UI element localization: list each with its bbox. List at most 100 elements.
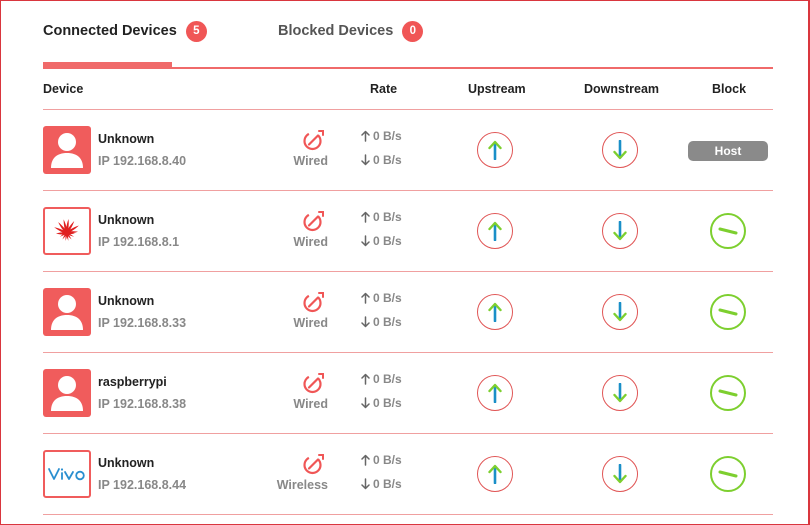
downstream-limit-button[interactable] — [602, 294, 638, 330]
connection-type: Wired — [293, 316, 328, 330]
rate-downstream-value: 0 B/s — [373, 477, 402, 491]
rate-downstream: 0 B/s — [361, 396, 402, 410]
column-header-rate: Rate — [370, 82, 398, 96]
count-badge: 0 — [402, 20, 424, 42]
downstream-limit-button[interactable] — [602, 375, 638, 411]
upstream-limit-button[interactable] — [477, 375, 513, 411]
rate-upstream-value: 0 B/s — [373, 291, 402, 305]
rate-upstream-value: 0 B/s — [373, 210, 402, 224]
downstream-limit-button[interactable] — [602, 132, 638, 168]
column-header-block: Block — [712, 82, 747, 96]
table-row: Unknown IP 192.168.8.44 Wireless 0 B/s 0… — [43, 434, 773, 515]
device-name: raspberrypi — [98, 375, 167, 389]
arrow-down-icon — [361, 316, 373, 328]
connection-type: Wired — [293, 397, 328, 411]
block-icon — [717, 388, 739, 398]
person-icon — [43, 288, 91, 336]
arrow-up-icon — [361, 373, 373, 385]
arrow-up-icon — [361, 454, 373, 466]
vivo-logo-icon — [43, 450, 91, 498]
download-arrow-icon — [613, 221, 627, 241]
edit-connection-icon[interactable] — [302, 209, 326, 233]
tab-label: Blocked Devices — [278, 23, 394, 39]
block-icon — [717, 226, 739, 236]
connection-type: Wired — [293, 235, 328, 249]
connection-type: Wired — [293, 154, 328, 168]
device-name: Unknown — [98, 213, 155, 227]
connection-type: Wireless — [276, 478, 328, 492]
block-icon — [717, 307, 739, 317]
downstream-limit-button[interactable] — [602, 456, 638, 492]
upload-arrow-icon — [488, 140, 502, 160]
rate-upstream: 0 B/s — [361, 129, 402, 143]
rate-upstream: 0 B/s — [361, 372, 402, 386]
edit-connection-icon[interactable] — [302, 290, 326, 314]
arrow-down-icon — [361, 154, 373, 166]
table-row: raspberrypi IP 192.168.8.38 Wired 0 B/s … — [43, 353, 773, 434]
rate-downstream-value: 0 B/s — [373, 234, 402, 248]
device-tabs: Connected Devices 5 Blocked Devices 0 — [43, 0, 773, 69]
upload-arrow-icon — [488, 464, 502, 484]
download-arrow-icon — [613, 302, 627, 322]
device-name: Unknown — [98, 456, 155, 470]
edit-connection-icon[interactable] — [302, 128, 326, 152]
column-header-device: Device — [43, 82, 84, 96]
table-row: Unknown IP 192.168.8.40 Wired 0 B/s 0 B/… — [43, 110, 773, 191]
tab-connected-devices[interactable]: Connected Devices 5 — [43, 18, 207, 44]
device-name: Unknown — [98, 294, 155, 308]
tab-blocked-devices[interactable]: Blocked Devices 0 — [278, 18, 424, 44]
rate-upstream-value: 0 B/s — [373, 129, 402, 143]
download-arrow-icon — [613, 383, 627, 403]
block-button[interactable] — [710, 375, 746, 411]
arrow-up-icon — [361, 211, 373, 223]
rate-downstream: 0 B/s — [361, 234, 402, 248]
edit-connection-icon[interactable] — [302, 371, 326, 395]
block-button[interactable] — [710, 294, 746, 330]
upstream-limit-button[interactable] — [477, 294, 513, 330]
upload-arrow-icon — [488, 302, 502, 322]
tab-label: Connected Devices — [43, 23, 177, 39]
active-tab-indicator — [43, 62, 172, 67]
device-ip: IP 192.168.8.33 — [98, 316, 187, 330]
downstream-limit-button[interactable] — [602, 213, 638, 249]
column-header-upstream: Upstream — [468, 82, 526, 96]
table-row: Unknown IP 192.168.8.1 Wired 0 B/s 0 B/s — [43, 191, 773, 272]
rate-upstream: 0 B/s — [361, 291, 402, 305]
rate-upstream: 0 B/s — [361, 210, 402, 224]
device-ip: IP 192.168.8.38 — [98, 397, 187, 411]
person-icon — [43, 369, 91, 417]
upstream-limit-button[interactable] — [477, 456, 513, 492]
block-button[interactable] — [710, 213, 746, 249]
count-badge: 5 — [185, 20, 207, 42]
arrow-up-icon — [361, 130, 373, 142]
table-row: Unknown IP 192.168.8.33 Wired 0 B/s 0 B/… — [43, 272, 773, 353]
column-header-downstream: Downstream — [584, 82, 660, 96]
download-arrow-icon — [613, 464, 627, 484]
upload-arrow-icon — [488, 221, 502, 241]
arrow-up-icon — [361, 292, 373, 304]
device-ip: IP 192.168.8.1 — [98, 235, 180, 249]
person-icon — [43, 126, 91, 174]
block-button[interactable] — [710, 456, 746, 492]
arrow-down-icon — [361, 397, 373, 409]
upstream-limit-button[interactable] — [477, 132, 513, 168]
device-ip: IP 192.168.8.44 — [98, 478, 187, 492]
rate-upstream-value: 0 B/s — [373, 453, 402, 467]
rate-downstream-value: 0 B/s — [373, 153, 402, 167]
rate-downstream: 0 B/s — [361, 477, 402, 491]
rate-upstream: 0 B/s — [361, 453, 402, 467]
block-icon — [717, 469, 739, 479]
arrow-down-icon — [361, 235, 373, 247]
huawei-logo-icon — [43, 207, 91, 255]
edit-connection-icon[interactable] — [302, 452, 326, 476]
upstream-limit-button[interactable] — [477, 213, 513, 249]
upload-arrow-icon — [488, 383, 502, 403]
device-ip: IP 192.168.8.40 — [98, 154, 187, 168]
rate-downstream: 0 B/s — [361, 315, 402, 329]
table-header: Device Rate Upstream Downstream Block — [43, 70, 773, 110]
rate-downstream: 0 B/s — [361, 153, 402, 167]
host-badge: Host — [688, 141, 768, 161]
device-name: Unknown — [98, 132, 155, 146]
rate-downstream-value: 0 B/s — [373, 396, 402, 410]
arrow-down-icon — [361, 478, 373, 490]
